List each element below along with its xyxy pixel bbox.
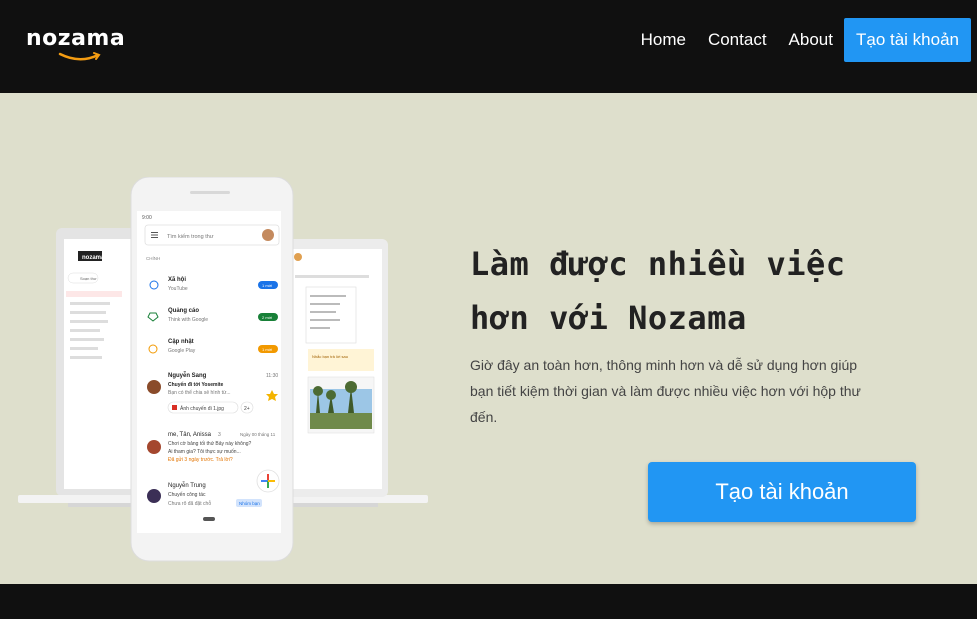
- cat-1-badge: 1 mới: [262, 283, 272, 288]
- mail-1-more: 2+: [244, 406, 250, 412]
- cat-3-badge: 1 mới: [262, 347, 272, 352]
- mail-2-snippet: Ai tham gia? Tôi thực sự muốn...: [168, 449, 241, 455]
- cat-2-sub: Think with Google: [168, 317, 208, 323]
- mail-3-from: Nguyễn Trung: [168, 482, 206, 489]
- mail-2-note: Đã gửi 3 ngày trước. Trả lời?: [168, 456, 233, 463]
- cat-1-title: Xã hội: [168, 277, 186, 283]
- phone-illustration: 9:00 Tìm kiếm trong thư CHÍNH Xã hội You…: [130, 177, 294, 562]
- phone-time: 9:00: [142, 215, 152, 221]
- nav-contact-link[interactable]: Contact: [708, 30, 767, 50]
- mail-2-from: me, Tân, Anissa: [168, 432, 212, 438]
- mail-1-snippet: Bạn có thể chia sẻ hình từ...: [168, 389, 231, 396]
- hero-headline: Làm được nhiều việc hơn với Nozama: [470, 245, 846, 337]
- mail-1-subject: Chuyến đi tới Yosemite: [168, 381, 224, 388]
- cat-3-title: Cập nhật: [168, 339, 194, 345]
- mail-1-attachment: Ảnh chuyến đi 1.jpg: [180, 405, 224, 412]
- nav-signup-button[interactable]: Tạo tài khoản: [843, 18, 971, 62]
- mail-3-tag: Nhóm bạn: [239, 501, 260, 506]
- hero-section: nozama Soạn thư Nhắc bạn trả lời sau 9:0…: [0, 93, 977, 584]
- nav-home-link[interactable]: Home: [641, 30, 686, 50]
- hero-signup-button[interactable]: Tạo tài khoản: [648, 462, 916, 522]
- tablet-note: Nhắc bạn trả lời sau: [312, 354, 348, 359]
- cat-3-sub: Google Play: [168, 348, 196, 354]
- footer-bar: [0, 584, 977, 619]
- nav-about-link[interactable]: About: [789, 30, 833, 50]
- main-nav: Home Contact About Tạo tài khoản: [619, 18, 971, 62]
- mail-3-subject: Chuyến công tác: [168, 492, 206, 498]
- top-navbar: nozama Home Contact About Tạo tài khoản: [0, 0, 977, 93]
- devices-illustration: nozama Soạn thư Nhắc bạn trả lời sau 9:0…: [18, 177, 428, 562]
- mail-2-subject: Chơi cờ bảng tối thứ Bảy này không?: [168, 441, 252, 447]
- logo-smile-icon: [58, 52, 101, 61]
- mail-1-from: Nguyễn Sang: [168, 372, 207, 379]
- phone-section: CHÍNH: [146, 255, 160, 261]
- hero-description: Giờ đây an toàn hơn, thông minh hơn và d…: [470, 357, 861, 425]
- mail-2-count: 3: [218, 432, 221, 438]
- cat-1-sub: YouTube: [168, 286, 188, 292]
- laptop-brand: nozama: [82, 255, 105, 261]
- cat-2-title: Quảng cáo: [168, 308, 199, 314]
- cat-2-badge: 2 mới: [262, 315, 272, 320]
- phone-search: Tìm kiếm trong thư: [167, 234, 214, 240]
- laptop-compose: Soạn thư: [80, 276, 97, 281]
- brand-logo[interactable]: nozama: [26, 26, 125, 51]
- tablet-illustration: Nhắc bạn trả lời sau: [284, 239, 388, 497]
- mail-2-time: Ngày 00 tháng 11: [240, 432, 276, 437]
- mail-3-snippet: Chưa rõ đã đặt chỗ: [168, 500, 211, 507]
- mail-1-time: 11:30: [266, 373, 278, 379]
